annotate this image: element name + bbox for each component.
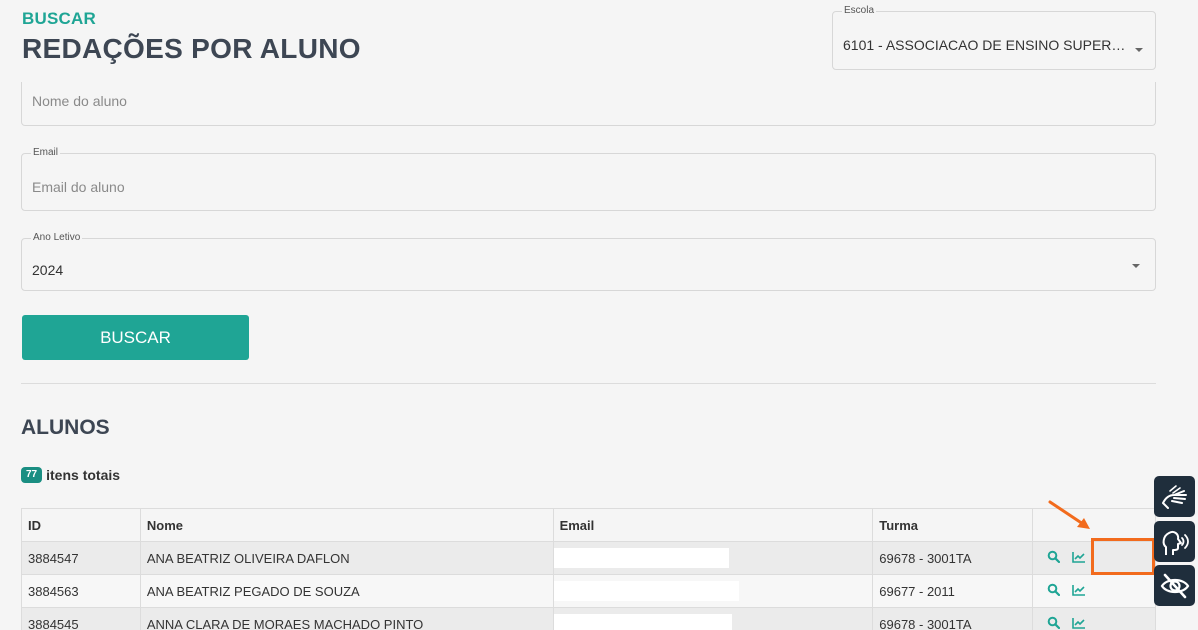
audio-description-button[interactable] — [1154, 521, 1195, 562]
nome-input[interactable] — [32, 93, 1052, 109]
chevron-down-icon — [1135, 48, 1143, 52]
count-label: itens totais — [46, 467, 121, 483]
chart-line-icon[interactable] — [1071, 617, 1086, 630]
eye-slash-icon — [1160, 573, 1189, 598]
total-count: 77 itens totais — [21, 467, 120, 483]
nome-field[interactable] — [21, 82, 1156, 126]
cell-id: 3884563 — [21, 574, 141, 608]
escola-label: Escola — [842, 5, 877, 16]
table-row: 3884545 ANNA CLARA DE MORAES MACHADO PIN… — [21, 607, 1156, 630]
cell-nome: ANA BEATRIZ OLIVEIRA DAFLON — [139, 541, 554, 575]
column-header-id[interactable]: ID — [21, 508, 141, 542]
chevron-down-icon — [1132, 264, 1140, 268]
speech-icon — [1162, 530, 1189, 555]
cell-nome: ANNA CLARA DE MORAES MACHADO PINTO — [139, 607, 554, 630]
arrow-icon — [1048, 500, 1090, 529]
search-icon[interactable] — [1047, 616, 1061, 630]
table-row: 3884547 ANA BEATRIZ OLIVEIRA DAFLON 6967… — [21, 541, 1156, 575]
sign-language-button[interactable] — [1154, 476, 1195, 517]
cell-turma: 69678 - 3001TA — [872, 607, 1034, 630]
column-header-turma[interactable]: Turma — [872, 508, 1034, 542]
page-kicker: BUSCAR — [22, 9, 96, 28]
chart-line-icon[interactable] — [1071, 584, 1086, 599]
email-field[interactable]: Email — [21, 147, 1156, 211]
highlight-box — [1091, 538, 1155, 575]
cell-id: 3884545 — [21, 607, 141, 630]
email-label: Email — [31, 147, 61, 158]
cell-actions — [1032, 574, 1156, 608]
table-header-row: ID Nome Email Turma — [21, 508, 1156, 542]
cell-turma: 69677 - 2011 — [872, 574, 1034, 608]
table-row: 3884563 ANA BEATRIZ PEGADO DE SOUZA 6967… — [21, 574, 1156, 608]
column-header-email[interactable]: Email — [552, 508, 874, 542]
students-table: ID Nome Email Turma 3884547 ANA BEATRIZ … — [21, 508, 1156, 630]
sign-language-icon — [1161, 484, 1187, 509]
redacted-email — [553, 614, 732, 630]
redacted-email — [553, 581, 739, 601]
email-input[interactable] — [32, 179, 1052, 195]
cell-id: 3884547 — [21, 541, 141, 575]
cell-turma: 69678 - 3001TA — [872, 541, 1034, 575]
page-title: REDAÇÕES POR ALUNO — [22, 33, 361, 64]
search-icon[interactable] — [1047, 550, 1061, 566]
cell-nome: ANA BEATRIZ PEGADO DE SOUZA — [139, 574, 554, 608]
divider — [21, 383, 1156, 384]
ano-letivo-select[interactable]: Ano Letivo 2024 — [21, 232, 1156, 291]
ano-letivo-label: Ano Letivo — [31, 232, 83, 243]
column-header-nome[interactable]: Nome — [139, 508, 554, 542]
cell-email — [552, 574, 874, 608]
ano-letivo-value: 2024 — [32, 262, 64, 278]
page: BUSCAR REDAÇÕES POR ALUNO Escola 6101 - … — [0, 0, 1198, 630]
search-button[interactable]: BUSCAR — [22, 315, 249, 360]
escola-select[interactable]: Escola 6101 - ASSOCIACAO DE ENSINO SUPER… — [832, 5, 1156, 70]
redacted-email — [553, 548, 729, 568]
cell-email — [552, 541, 874, 575]
escola-value: 6101 - ASSOCIACAO DE ENSINO SUPERIOR DE … — [843, 37, 1128, 53]
contrast-toggle-button[interactable] — [1154, 565, 1195, 606]
count-badge: 77 — [21, 467, 43, 483]
cell-actions — [1032, 607, 1156, 630]
cell-email — [552, 607, 874, 630]
section-title: ALUNOS — [21, 416, 110, 439]
search-icon[interactable] — [1047, 583, 1061, 599]
chart-line-icon[interactable] — [1071, 551, 1086, 566]
